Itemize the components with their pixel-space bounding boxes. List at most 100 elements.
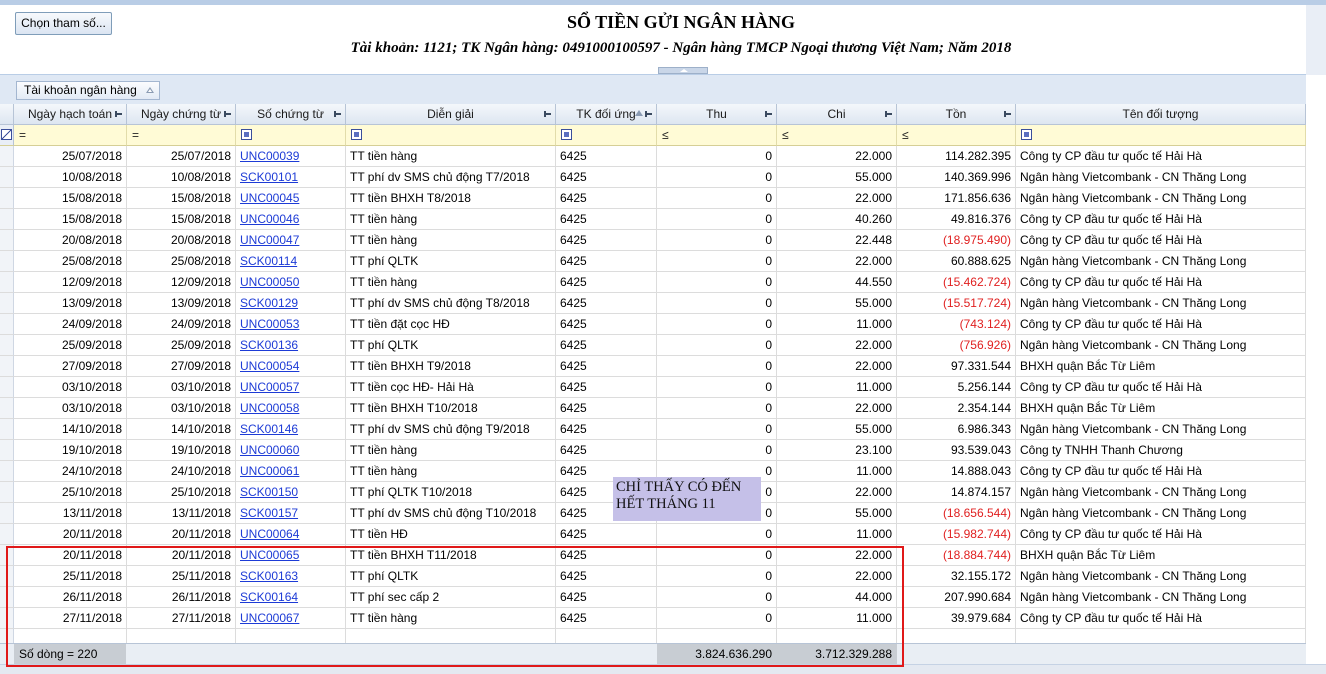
pin-column-icon[interactable] — [115, 111, 122, 117]
table-row[interactable]: 26/11/2018 26/11/2018 SCK00164 TT phí sec c… — [0, 587, 1306, 608]
filter-cell-thu[interactable]: ≤ — [657, 125, 777, 146]
pin-column-icon[interactable] — [334, 111, 341, 117]
pin-column-icon[interactable] — [765, 111, 772, 117]
filter-row-indicator[interactable] — [0, 125, 14, 146]
row-indicator[interactable] — [0, 419, 14, 440]
filter-operator-icon[interactable] — [241, 129, 252, 140]
table-row[interactable]: 25/08/2018 25/08/2018 SCK00114 TT phí QLTK 6… — [0, 251, 1306, 272]
row-indicator[interactable] — [0, 167, 14, 188]
filter-cell-ton[interactable]: ≤ — [897, 125, 1016, 146]
column-header-so_ct[interactable]: Số chứng từ — [236, 104, 346, 125]
filter-cell-doi_tuong[interactable] — [1016, 125, 1306, 146]
filter-operator[interactable]: = — [132, 128, 139, 142]
filter-operator-icon[interactable] — [1021, 129, 1032, 140]
table-row[interactable]: 15/08/2018 15/08/2018 UNC00045 TT tiền BHXH… — [0, 188, 1306, 209]
voucher-link[interactable]: SCK00164 — [240, 590, 298, 604]
voucher-link[interactable]: SCK00157 — [240, 506, 298, 520]
voucher-link[interactable]: SCK00114 — [240, 254, 297, 268]
pin-column-icon[interactable] — [224, 111, 231, 117]
filter-operator[interactable]: ≤ — [902, 128, 909, 142]
row-indicator[interactable] — [0, 566, 14, 587]
table-row[interactable]: 27/09/2018 27/09/2018 UNC00054 TT tiền BHXH… — [0, 356, 1306, 377]
table-row[interactable]: 20/08/2018 20/08/2018 UNC00047 TT tiền hàng… — [0, 230, 1306, 251]
voucher-link[interactable]: UNC00045 — [240, 191, 299, 205]
column-header-dien_giai[interactable]: Diễn giải — [346, 104, 556, 125]
table-row[interactable]: 10/08/2018 10/08/2018 SCK00101 TT phí dv SM… — [0, 167, 1306, 188]
column-header-chi[interactable]: Chi — [777, 104, 897, 125]
voucher-link[interactable]: UNC00061 — [240, 464, 299, 478]
row-indicator[interactable] — [0, 608, 14, 629]
voucher-link[interactable]: SCK00136 — [240, 338, 298, 352]
table-row[interactable]: 13/09/2018 13/09/2018 SCK00129 TT phí dv SM… — [0, 293, 1306, 314]
voucher-link[interactable]: SCK00163 — [240, 569, 298, 583]
filter-operator[interactable]: ≤ — [782, 128, 789, 142]
column-header-tk_du[interactable]: TK đối ứng — [556, 104, 657, 125]
voucher-link[interactable]: UNC00054 — [240, 359, 299, 373]
column-header-doi_tuong[interactable]: Tên đối tượng — [1016, 104, 1306, 125]
table-row[interactable]: 12/09/2018 12/09/2018 UNC00050 TT tiền hàng… — [0, 272, 1306, 293]
filter-cell-so_ct[interactable] — [236, 125, 346, 146]
row-indicator[interactable] — [0, 440, 14, 461]
table-row[interactable]: 25/07/2018 25/07/2018 UNC00039 TT tiền hàng… — [0, 146, 1306, 167]
row-indicator[interactable] — [0, 230, 14, 251]
voucher-link[interactable]: UNC00065 — [240, 548, 299, 562]
table-row[interactable]: 03/10/2018 03/10/2018 UNC00057 TT tiền cọc … — [0, 377, 1306, 398]
row-indicator[interactable] — [0, 251, 14, 272]
table-row[interactable]: 20/11/2018 20/11/2018 UNC00065 TT tiền BHXH… — [0, 545, 1306, 566]
row-indicator[interactable] — [0, 356, 14, 377]
filter-operator[interactable]: = — [19, 128, 26, 142]
voucher-link[interactable]: UNC00067 — [240, 611, 299, 625]
filter-cell-ngay_ct[interactable]: = — [127, 125, 236, 146]
pin-column-icon[interactable] — [885, 111, 892, 117]
bottom-scroll-strip[interactable] — [0, 664, 1326, 674]
row-indicator[interactable] — [0, 461, 14, 482]
table-row[interactable]: 03/10/2018 03/10/2018 UNC00058 TT tiền BHXH… — [0, 398, 1306, 419]
voucher-link[interactable]: UNC00053 — [240, 317, 299, 331]
voucher-link[interactable]: SCK00146 — [240, 422, 298, 436]
row-indicator[interactable] — [0, 545, 14, 566]
table-row[interactable]: 14/10/2018 14/10/2018 SCK00146 TT phí dv SM… — [0, 419, 1306, 440]
filter-cell-tk_du[interactable] — [556, 125, 657, 146]
filter-operator-icon[interactable] — [351, 129, 362, 140]
voucher-link[interactable]: UNC00039 — [240, 149, 299, 163]
row-indicator[interactable] — [0, 293, 14, 314]
collapse-splitter-button[interactable] — [658, 67, 708, 74]
row-indicator[interactable] — [0, 524, 14, 545]
row-indicator[interactable] — [0, 377, 14, 398]
column-header-ton[interactable]: Tồn — [897, 104, 1016, 125]
pin-column-icon[interactable] — [544, 111, 551, 117]
row-indicator[interactable] — [0, 188, 14, 209]
group-chip-bank-account[interactable]: Tài khoản ngân hàng — [16, 81, 160, 100]
column-header-ngay_ht[interactable]: Ngày hạch toán — [14, 104, 127, 125]
table-row[interactable]: 20/11/2018 20/11/2018 UNC00064 TT tiền HĐ 64… — [0, 524, 1306, 545]
row-indicator[interactable] — [0, 335, 14, 356]
voucher-link[interactable]: UNC00046 — [240, 212, 299, 226]
table-row[interactable]: 27/11/2018 27/11/2018 UNC00067 TT tiền hàng… — [0, 608, 1306, 629]
row-indicator[interactable] — [0, 587, 14, 608]
table-row[interactable]: 25/09/2018 25/09/2018 SCK00136 TT phí QLTK 6… — [0, 335, 1306, 356]
pin-column-icon[interactable] — [645, 111, 652, 117]
row-indicator[interactable] — [0, 146, 14, 167]
voucher-link[interactable]: UNC00058 — [240, 401, 299, 415]
filter-cell-ngay_ht[interactable]: = — [14, 125, 127, 146]
voucher-link[interactable]: UNC00057 — [240, 380, 299, 394]
filter-cell-dien_giai[interactable] — [346, 125, 556, 146]
row-indicator[interactable] — [0, 272, 14, 293]
row-indicator[interactable] — [0, 209, 14, 230]
voucher-link[interactable]: SCK00150 — [240, 485, 298, 499]
voucher-link[interactable]: UNC00060 — [240, 443, 299, 457]
voucher-link[interactable]: UNC00047 — [240, 233, 299, 247]
table-row[interactable]: 24/09/2018 24/09/2018 UNC00053 TT tiền đặt … — [0, 314, 1306, 335]
table-row[interactable]: 19/10/2018 19/10/2018 UNC00060 TT tiền hàng… — [0, 440, 1306, 461]
row-indicator[interactable] — [0, 314, 14, 335]
voucher-link[interactable]: UNC00050 — [240, 275, 299, 289]
column-header-ngay_ct[interactable]: Ngày chứng từ — [127, 104, 236, 125]
clear-filter-icon[interactable] — [1, 129, 12, 140]
filter-operator-icon[interactable] — [561, 129, 572, 140]
row-indicator[interactable] — [0, 503, 14, 524]
voucher-link[interactable]: SCK00129 — [240, 296, 298, 310]
row-indicator[interactable] — [0, 482, 14, 503]
filter-cell-chi[interactable]: ≤ — [777, 125, 897, 146]
voucher-link[interactable]: UNC00064 — [240, 527, 299, 541]
voucher-link[interactable]: SCK00101 — [240, 170, 298, 184]
